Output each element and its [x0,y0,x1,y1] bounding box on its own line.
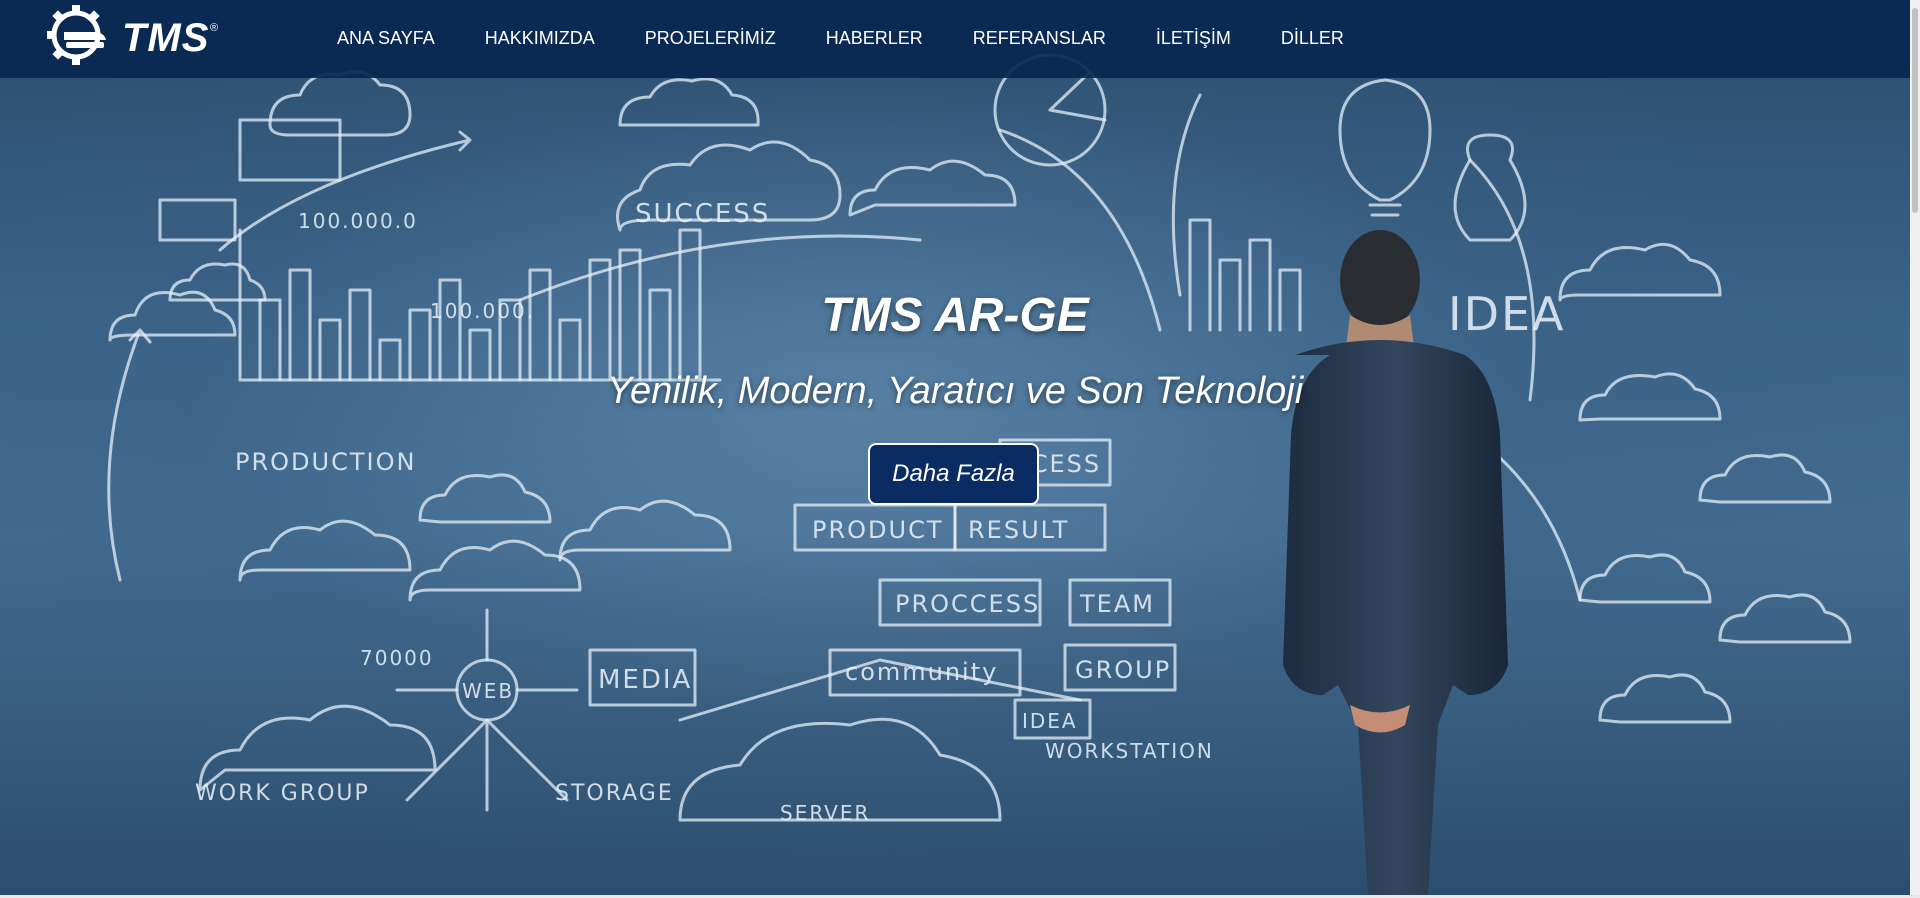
sketch-word-group: GROUP [1075,656,1171,684]
gear-train-icon [47,5,106,65]
scrollbar-thumb[interactable] [1912,8,1918,213]
main-nav: ANA SAYFA HAKKIMIZDA PROJELERİMİZ HABERL… [337,28,1394,49]
sketch-word-production: PRODUCTION [235,448,416,476]
nav-item-haberler[interactable]: HABERLER [826,28,923,49]
more-button[interactable]: Daha Fazla [868,443,1039,505]
sketch-word-community: community [845,658,998,686]
sketch-word-product: PRODUCT [812,516,944,544]
nav-item-ana-sayfa[interactable]: ANA SAYFA [337,28,435,49]
sketch-word-media: MEDIA [598,665,692,695]
hero-title: TMS AR-GE [821,289,1089,342]
sketch-number-3: 70000 [360,646,434,670]
sketch-word-team: TEAM [1079,590,1155,618]
sketch-word-workstation: WORKSTATION [1045,739,1214,763]
nav-item-iletisim[interactable]: İLETİŞİM [1156,28,1231,49]
sketch-word-storage: STORAGE [555,781,674,806]
site-header: TMS ® ANA SAYFA HAKKIMIZDA PROJELERİMİZ … [0,0,1910,78]
sketch-number-1: 100.000.0 [298,209,418,233]
nav-item-hakkimizda[interactable]: HAKKIMIZDA [485,28,595,49]
sketch-word-workgroup: WORK GROUP [195,781,370,806]
registered-mark: ® [210,22,219,34]
logo-text: TMS [122,16,210,60]
tms-logo[interactable]: TMS ® [44,2,224,68]
sketch-word-idea-box: IDEA [1022,709,1078,733]
nav-item-diller[interactable]: DİLLER [1281,28,1344,49]
nav-item-projelerimiz[interactable]: PROJELERİMİZ [645,28,776,49]
hero-banner: SUCCESS 100.000.0 100.000. PRODUCTION PR… [0,0,1910,895]
sketch-word-success: SUCCESS [635,199,770,229]
sketch-word-web: WEB [462,679,514,703]
sketch-word-process: PROCCESS [895,590,1040,618]
sketch-word-result: RESULT [968,516,1069,544]
hero-subtitle: Yenilik, Modern, Yaratıcı ve Son Teknolo… [606,370,1304,412]
nav-item-referanslar[interactable]: REFERANSLAR [973,28,1106,49]
sketch-word-server: SERVER [780,801,870,825]
